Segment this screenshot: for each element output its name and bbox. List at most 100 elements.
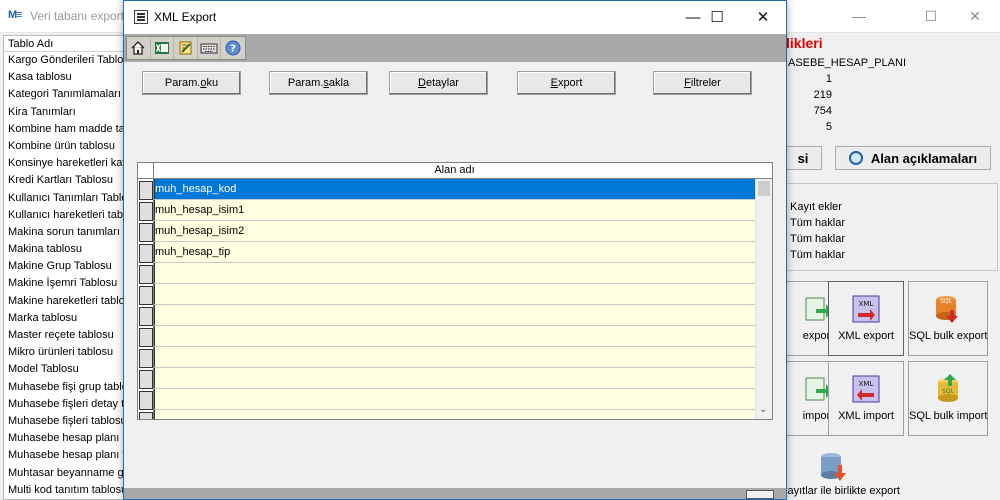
grid-row[interactable]: [138, 305, 755, 326]
table-list-item[interactable]: Multi kod tanıtım tablosu: [4, 482, 123, 499]
export-button[interactable]: Export: [517, 71, 616, 95]
xml-import-tile[interactable]: XML XML import: [828, 361, 904, 436]
table-list[interactable]: Tablo Adı Kargo Gönderileri Tablos Kasa t…: [3, 35, 124, 500]
field-name-cell[interactable]: [154, 326, 755, 346]
table-list-item[interactable]: Kategori Tanımlamaları T: [4, 86, 123, 103]
grid-row[interactable]: [138, 368, 755, 389]
param-load-button[interactable]: Param.oku: [142, 71, 241, 95]
details-button[interactable]: Detaylar: [389, 71, 488, 95]
bg-minimize-button[interactable]: —: [836, 0, 882, 32]
details-label-post: etaylar: [425, 77, 459, 89]
table-list-item[interactable]: Makine Grup Tablosu: [4, 258, 123, 275]
field-name-cell[interactable]: [154, 368, 755, 388]
row-indicator[interactable]: [138, 305, 154, 326]
table-list-item[interactable]: Kasa tablosu: [4, 69, 123, 86]
table-list-item[interactable]: Kombine ürün tablosu: [4, 138, 123, 155]
sql-bulk-import-tile-label: SQL bulk import: [909, 410, 988, 422]
table-list-item[interactable]: Muhasebe fişi grup tablo: [4, 379, 123, 396]
keyboard-button[interactable]: [198, 37, 222, 59]
table-list-item[interactable]: Model Tablosu: [4, 361, 123, 378]
home-button[interactable]: [127, 37, 151, 59]
grid-row[interactable]: [138, 410, 755, 419]
row-indicator[interactable]: [138, 389, 154, 410]
table-list-item[interactable]: Marka tablosu: [4, 310, 123, 327]
magnifier-icon: [848, 151, 863, 165]
field-name-grid[interactable]: Alan adı muh_hesap_kod muh_hesap_isim1 muh…: [137, 162, 773, 420]
sql-bulk-export-tile[interactable]: SQL SQL bulk export: [908, 281, 988, 356]
statusbar-resize-grip[interactable]: [746, 490, 774, 499]
grid-column-header[interactable]: Alan adı: [154, 163, 755, 179]
grid-row[interactable]: muh_hesap_tip: [138, 242, 755, 263]
sql-bulk-import-tile[interactable]: SQL SQL bulk import: [908, 361, 988, 436]
grid-row[interactable]: muh_hesap_kod: [138, 179, 755, 200]
bg-maximize-button[interactable]: ☐: [908, 0, 954, 32]
records-export-label[interactable]: kayıtlar ile birlikte export: [782, 485, 900, 497]
table-list-item[interactable]: Muhasebe fişleri detay ta: [4, 396, 123, 413]
row-indicator[interactable]: [138, 263, 154, 284]
records-export-icon[interactable]: [818, 451, 848, 483]
table-list-item[interactable]: Makine İşemri Tablosu: [4, 275, 123, 292]
row-indicator[interactable]: [138, 410, 154, 419]
row-indicator[interactable]: [138, 242, 154, 263]
row-indicator[interactable]: [138, 326, 154, 347]
dialog-titlebar[interactable]: XML Export — ☐ ✕: [124, 1, 786, 34]
dialog-maximize-button[interactable]: ☐: [694, 1, 740, 34]
row-indicator[interactable]: [138, 284, 154, 305]
table-list-item[interactable]: Muhasebe fişleri tablosu: [4, 413, 123, 430]
param-save-button[interactable]: Param.sakla: [269, 71, 368, 95]
grid-row[interactable]: [138, 389, 755, 410]
table-list-item[interactable]: Makina sorun tanımları ta: [4, 224, 123, 241]
row-indicator[interactable]: [138, 200, 154, 221]
field-name-cell[interactable]: [154, 284, 755, 304]
grid-row[interactable]: [138, 263, 755, 284]
bg-close-button[interactable]: ✕: [952, 0, 998, 32]
field-name-cell[interactable]: [154, 305, 755, 325]
edit-button[interactable]: [174, 37, 198, 59]
table-list-header[interactable]: Tablo Adı: [4, 36, 123, 52]
filters-button[interactable]: Filtreler: [653, 71, 752, 95]
sql-bulk-import-icon: SQL: [938, 374, 958, 402]
grid-scroll-thumb[interactable]: [758, 181, 770, 196]
grid-row[interactable]: muh_hesap_isim1: [138, 200, 755, 221]
table-list-item[interactable]: Makina tablosu: [4, 241, 123, 258]
table-list-item[interactable]: Muhasebe hesap planı ta: [4, 447, 123, 464]
bg-partial-button[interactable]: si: [784, 146, 822, 170]
field-name-cell[interactable]: [154, 389, 755, 409]
table-list-item[interactable]: Muhasebe hesap planı g: [4, 430, 123, 447]
excel-button[interactable]: [151, 37, 175, 59]
export-label-post: xport: [557, 77, 583, 89]
table-list-item[interactable]: Kira Tanımları: [4, 104, 123, 121]
table-list-item[interactable]: Mikro ürünleri tablosu: [4, 344, 123, 361]
field-name-cell[interactable]: [154, 347, 755, 367]
field-name-cell[interactable]: muh_hesap_isim2: [154, 221, 755, 241]
table-list-item[interactable]: Kredi Kartları Tablosu: [4, 172, 123, 189]
table-list-item[interactable]: Kargo Gönderileri Tablos: [4, 52, 123, 69]
grid-row[interactable]: [138, 284, 755, 305]
table-list-item[interactable]: Muhtasar beyanname g: [4, 465, 123, 482]
sql-bulk-export-tile-label: SQL bulk export: [909, 330, 988, 342]
field-name-cell[interactable]: muh_hesap_isim1: [154, 200, 755, 220]
help-button[interactable]: ?: [221, 37, 245, 59]
table-list-item[interactable]: Kullanıcı hareketleri tablo: [4, 207, 123, 224]
field-name-cell[interactable]: muh_hesap_kod: [154, 179, 755, 199]
row-indicator[interactable]: [138, 221, 154, 242]
grid-row[interactable]: muh_hesap_isim2: [138, 221, 755, 242]
grid-row[interactable]: [138, 326, 755, 347]
row-indicator[interactable]: [138, 347, 154, 368]
xml-export-tile[interactable]: XML XML export: [828, 281, 904, 356]
field-name-cell[interactable]: [154, 410, 755, 419]
grid-scrollbar[interactable]: ⌄: [755, 179, 772, 419]
field-descriptions-button[interactable]: Alan açıklamaları: [835, 146, 991, 170]
scroll-down-arrow-icon[interactable]: ⌄: [759, 404, 767, 415]
table-list-item[interactable]: Kombine ham madde tab: [4, 121, 123, 138]
row-indicator[interactable]: [138, 368, 154, 389]
row-indicator[interactable]: [138, 179, 154, 200]
dialog-close-button[interactable]: ✕: [740, 1, 786, 34]
table-list-item[interactable]: Konsinye hareketleri kay: [4, 155, 123, 172]
table-list-item[interactable]: Master reçete tablosu: [4, 327, 123, 344]
grid-row[interactable]: [138, 347, 755, 368]
table-list-item[interactable]: Makine hareketleri tablo: [4, 293, 123, 310]
field-name-cell[interactable]: muh_hesap_tip: [154, 242, 755, 262]
field-name-cell[interactable]: [154, 263, 755, 283]
table-list-item[interactable]: Kullanıcı Tanımları Tablos: [4, 190, 123, 207]
